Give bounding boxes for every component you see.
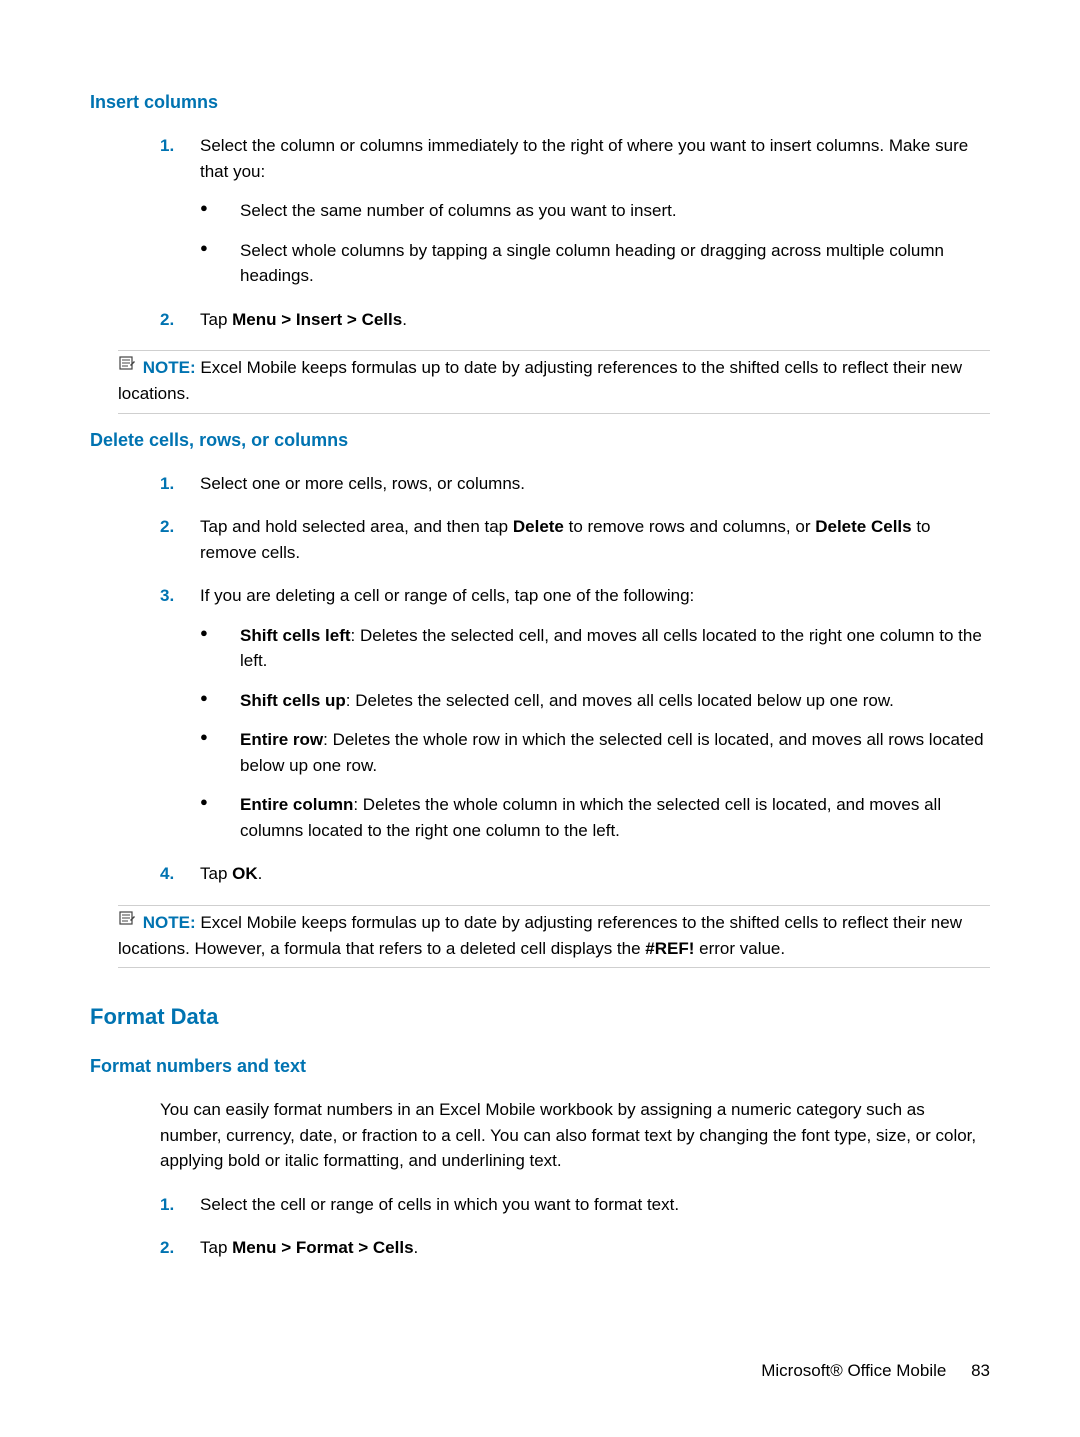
content-block: 1. Select the column or columns immediat… — [90, 133, 990, 332]
bold-text: Entire column — [240, 795, 353, 814]
list-item: 3. If you are deleting a cell or range o… — [160, 583, 990, 843]
footer: Microsoft® Office Mobile 83 — [761, 1361, 990, 1381]
step-text: . — [414, 1238, 419, 1257]
list-item: 4. Tap OK. — [160, 861, 990, 887]
bold-text: Delete — [513, 517, 564, 536]
note-block: NOTE: Excel Mobile keeps formulas up to … — [118, 350, 990, 414]
bullet-item: Entire row: Deletes the whole row in whi… — [200, 727, 990, 778]
list-item: 1. Select one or more cells, rows, or co… — [160, 471, 990, 497]
bold-text: Delete Cells — [815, 517, 911, 536]
step-number: 1. — [160, 133, 174, 159]
bullet-item: Shift cells up: Deletes the selected cel… — [200, 688, 990, 714]
step-text: to remove rows and columns, or — [564, 517, 815, 536]
step-text: Tap and hold selected area, and then tap — [200, 517, 513, 536]
note-text: error value. — [694, 939, 785, 958]
step-text: Tap — [200, 864, 232, 883]
bold-text: #REF! — [645, 939, 694, 958]
page-number: 83 — [971, 1361, 990, 1381]
step-number: 4. — [160, 861, 174, 887]
note-label: NOTE: — [143, 913, 196, 932]
content-block: You can easily format numbers in an Exce… — [90, 1097, 990, 1261]
heading-delete-cells: Delete cells, rows, or columns — [90, 430, 990, 451]
step-text: . — [402, 310, 407, 329]
step-text: Tap — [200, 1238, 232, 1257]
list-item: 2. Tap and hold selected area, and then … — [160, 514, 990, 565]
bullet-text: : Deletes the selected cell, and moves a… — [240, 626, 982, 671]
bullet-text: : Deletes the selected cell, and moves a… — [346, 691, 894, 710]
step-number: 2. — [160, 514, 174, 540]
step-number: 2. — [160, 307, 174, 333]
step-number: 1. — [160, 471, 174, 497]
bold-text: Menu > Insert > Cells — [232, 310, 402, 329]
step-text: . — [258, 864, 263, 883]
note-block: NOTE: Excel Mobile keeps formulas up to … — [118, 905, 990, 969]
step-text: Tap — [200, 310, 232, 329]
bold-text: Menu > Format > Cells — [232, 1238, 413, 1257]
bold-text: Shift cells up — [240, 691, 346, 710]
heading-format-numbers-text: Format numbers and text — [90, 1056, 990, 1077]
bold-text: Shift cells left — [240, 626, 351, 645]
note-text: Excel Mobile keeps formulas up to date b… — [118, 358, 962, 403]
bullet-item: Entire column: Deletes the whole column … — [200, 792, 990, 843]
step-text: Select one or more cells, rows, or colum… — [200, 474, 525, 493]
note-icon — [118, 908, 136, 934]
list-item: 2. Tap Menu > Format > Cells. — [160, 1235, 990, 1261]
list-item: 2. Tap Menu > Insert > Cells. — [160, 307, 990, 333]
step-number: 3. — [160, 583, 174, 609]
bullet-text: : Deletes the whole row in which the sel… — [240, 730, 984, 775]
content-block: 1. Select one or more cells, rows, or co… — [90, 471, 990, 887]
bullet-item: Select whole columns by tapping a single… — [200, 238, 990, 289]
step-number: 2. — [160, 1235, 174, 1261]
paragraph: You can easily format numbers in an Exce… — [160, 1097, 990, 1174]
heading-insert-columns: Insert columns — [90, 92, 990, 113]
step-number: 1. — [160, 1192, 174, 1218]
step-text: Select the column or columns immediately… — [200, 136, 968, 181]
bold-text: Entire row — [240, 730, 323, 749]
step-text: Select the cell or range of cells in whi… — [200, 1195, 679, 1214]
bullet-item: Select the same number of columns as you… — [200, 198, 990, 224]
step-text: If you are deleting a cell or range of c… — [200, 586, 694, 605]
note-text: Excel Mobile keeps formulas up to date b… — [118, 913, 962, 958]
list-item: 1. Select the column or columns immediat… — [160, 133, 990, 289]
bullet-item: Shift cells left: Deletes the selected c… — [200, 623, 990, 674]
heading-format-data: Format Data — [90, 1004, 990, 1030]
note-label: NOTE: — [143, 358, 196, 377]
page: Insert columns 1. Select the column or c… — [0, 0, 1080, 1437]
bold-text: OK — [232, 864, 258, 883]
footer-text: Microsoft® Office Mobile — [761, 1361, 946, 1380]
list-item: 1. Select the cell or range of cells in … — [160, 1192, 990, 1218]
note-icon — [118, 353, 136, 379]
